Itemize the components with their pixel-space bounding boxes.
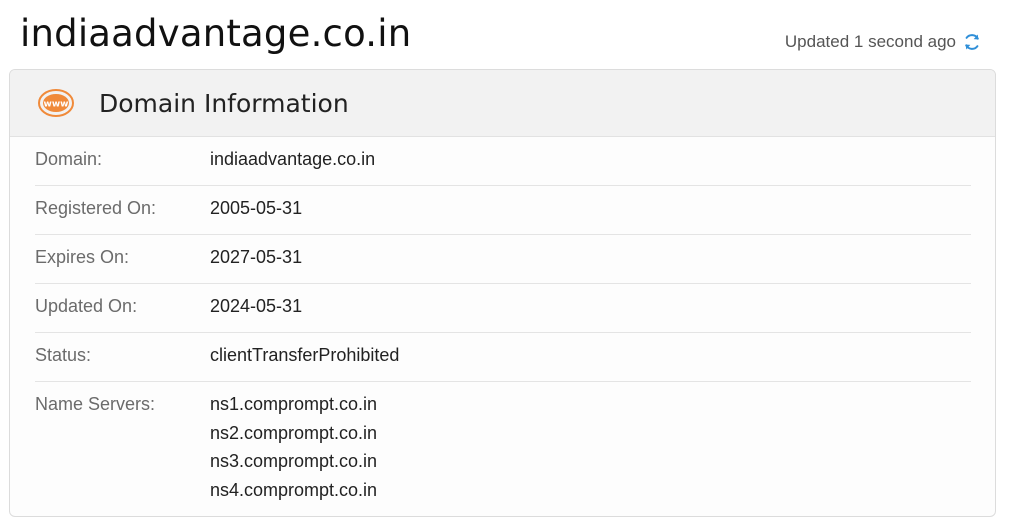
row-value: clientTransferProhibited <box>210 345 400 365</box>
row-label: Registered On: <box>35 198 157 218</box>
refresh-icon[interactable] <box>962 32 982 52</box>
row-name-servers: Name Servers: ns1.comprompt.co.in ns2.co… <box>35 382 971 504</box>
row-expires-on: Expires On: 2027-05-31 <box>35 235 971 284</box>
row-registered-on: Registered On: 2005-05-31 <box>35 186 971 235</box>
row-value: 2027-05-31 <box>210 247 303 267</box>
name-server: ns3.comprompt.co.in <box>210 451 378 471</box>
row-label: Updated On: <box>35 296 138 316</box>
row-value: 2024-05-31 <box>210 296 303 316</box>
www-icon: www <box>38 89 74 117</box>
card-title: Domain Information <box>99 88 349 118</box>
card-header: www Domain Information <box>10 70 995 137</box>
row-label: Domain: <box>35 149 103 169</box>
domain-info-card: www Domain Information Domain: indiaadva… <box>9 69 996 517</box>
info-rows: Domain: indiaadvantage.co.in Registered … <box>35 137 971 504</box>
row-updated-on: Updated On: 2024-05-31 <box>35 284 971 333</box>
row-value: 2005-05-31 <box>210 198 303 218</box>
updated-text: Updated 1 second ago <box>784 32 956 51</box>
svg-text:www: www <box>44 100 69 110</box>
name-server-list: ns1.comprompt.co.in ns2.comprompt.co.in … <box>210 390 377 504</box>
name-server: ns2.comprompt.co.in <box>210 422 378 443</box>
row-status: Status: clientTransferProhibited <box>35 333 971 382</box>
row-label: Expires On: <box>35 247 130 267</box>
row-domain: Domain: indiaadvantage.co.in <box>35 137 971 186</box>
page-title: indiaadvantage.co.in <box>20 12 412 55</box>
row-label: Name Servers: <box>35 394 156 414</box>
row-label: Status: <box>35 345 92 365</box>
name-server: ns4.comprompt.co.in <box>210 479 378 500</box>
row-value: indiaadvantage.co.in <box>210 149 376 169</box>
update-status: Updated 1 second ago <box>785 32 982 52</box>
name-server: ns1.comprompt.co.in <box>210 394 378 414</box>
